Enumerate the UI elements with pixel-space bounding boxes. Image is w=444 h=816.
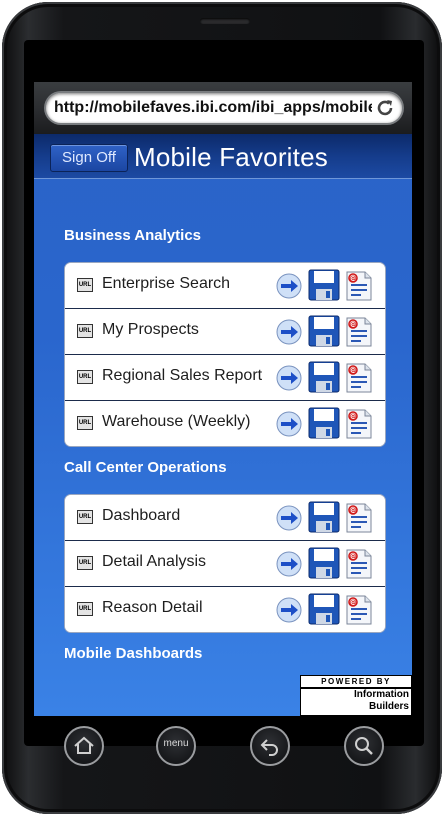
favorite-item[interactable]: URL Warehouse (Weekly) @ <box>65 401 385 446</box>
app-screen: http://mobilefaves.ibi.com/ibi_apps/mobi… <box>34 82 412 716</box>
email-icon[interactable]: @ <box>344 548 374 580</box>
email-icon[interactable]: @ <box>344 362 374 394</box>
email-icon[interactable]: @ <box>344 408 374 440</box>
go-arrow-icon[interactable] <box>276 505 302 531</box>
favorite-item[interactable]: URL Detail Analysis @ <box>65 541 385 587</box>
go-arrow-icon[interactable] <box>276 597 302 623</box>
email-icon[interactable]: @ <box>344 270 374 302</box>
url-icon: URL <box>77 602 93 616</box>
save-icon[interactable] <box>308 501 340 533</box>
favorite-item[interactable]: URL Reason Detail @ <box>65 587 385 632</box>
brand-line-2: Builders <box>368 701 409 712</box>
home-icon <box>74 736 94 754</box>
svg-text:@: @ <box>350 553 357 561</box>
go-arrow-icon[interactable] <box>276 411 302 437</box>
svg-text:@: @ <box>350 275 357 283</box>
email-icon[interactable]: @ <box>344 316 374 348</box>
favorite-label[interactable]: My Prospects <box>102 321 199 339</box>
page-title: Mobile Favorites <box>134 142 328 172</box>
favorite-label[interactable]: Dashboard <box>102 507 180 525</box>
svg-text:@: @ <box>350 599 357 607</box>
url-icon: URL <box>77 556 93 570</box>
save-icon[interactable] <box>308 361 340 393</box>
favorite-item[interactable]: URL Regional Sales Report @ <box>65 355 385 401</box>
section-title-call-center-operations: Call Center Operations <box>64 459 227 476</box>
go-arrow-icon[interactable] <box>276 273 302 299</box>
url-icon: URL <box>77 510 93 524</box>
favorite-label[interactable]: Warehouse (Weekly) <box>102 413 251 431</box>
brand-line-1: Information <box>354 689 409 700</box>
powered-by-text: POWERED BY <box>300 675 412 688</box>
save-icon[interactable] <box>308 315 340 347</box>
url-text[interactable]: http://mobilefaves.ibi.com/ibi_apps/mobi… <box>54 99 372 117</box>
search-button[interactable] <box>344 726 384 766</box>
favorite-item[interactable]: URL My Prospects @ <box>65 309 385 355</box>
back-icon <box>260 739 278 756</box>
url-field[interactable]: http://mobilefaves.ibi.com/ibi_apps/mobi… <box>46 93 402 123</box>
url-icon: URL <box>77 324 93 338</box>
brand-logo: Information Builders <box>300 688 412 716</box>
go-arrow-icon[interactable] <box>276 319 302 345</box>
url-icon: URL <box>77 370 93 384</box>
favorite-label[interactable]: Regional Sales Report <box>102 367 262 385</box>
go-arrow-icon[interactable] <box>276 365 302 391</box>
earpiece-speaker <box>200 18 250 24</box>
save-icon[interactable] <box>308 407 340 439</box>
menu-button[interactable]: menu <box>156 726 196 766</box>
go-arrow-icon[interactable] <box>276 551 302 577</box>
title-bar: Sign Off Mobile Favorites <box>34 134 412 179</box>
browser-url-bar: http://mobilefaves.ibi.com/ibi_apps/mobi… <box>34 82 412 134</box>
section-title-mobile-dashboards: Mobile Dashboards <box>64 645 203 662</box>
menu-label: menu <box>163 738 189 749</box>
section-title-business-analytics: Business Analytics <box>64 227 201 244</box>
url-icon: URL <box>77 416 93 430</box>
back-button[interactable] <box>250 726 290 766</box>
svg-text:@: @ <box>350 413 357 421</box>
svg-text:@: @ <box>350 507 357 515</box>
favorite-item[interactable]: URL Dashboard @ <box>65 495 385 541</box>
favorites-group-business-analytics: URL Enterprise Search @ URL My Prospects… <box>64 262 386 447</box>
favorite-label[interactable]: Reason Detail <box>102 599 203 617</box>
sign-off-button[interactable]: Sign Off <box>50 144 128 172</box>
reload-icon[interactable] <box>374 97 396 119</box>
svg-text:@: @ <box>350 367 357 375</box>
search-icon <box>355 737 373 755</box>
home-button[interactable] <box>64 726 104 766</box>
email-icon[interactable]: @ <box>344 502 374 534</box>
favorites-group-call-center-operations: URL Dashboard @ URL Detail Analysis @ UR… <box>64 494 386 633</box>
powered-by-logo: POWERED BY Information Builders <box>300 675 412 716</box>
save-icon[interactable] <box>308 593 340 625</box>
favorite-label[interactable]: Enterprise Search <box>102 275 230 293</box>
email-icon[interactable]: @ <box>344 594 374 626</box>
save-icon[interactable] <box>308 269 340 301</box>
device-nav-bar: menu <box>22 716 422 778</box>
url-icon: URL <box>77 278 93 292</box>
favorite-item[interactable]: URL Enterprise Search @ <box>65 263 385 309</box>
svg-text:@: @ <box>350 321 357 329</box>
favorite-label[interactable]: Detail Analysis <box>102 553 206 571</box>
save-icon[interactable] <box>308 547 340 579</box>
